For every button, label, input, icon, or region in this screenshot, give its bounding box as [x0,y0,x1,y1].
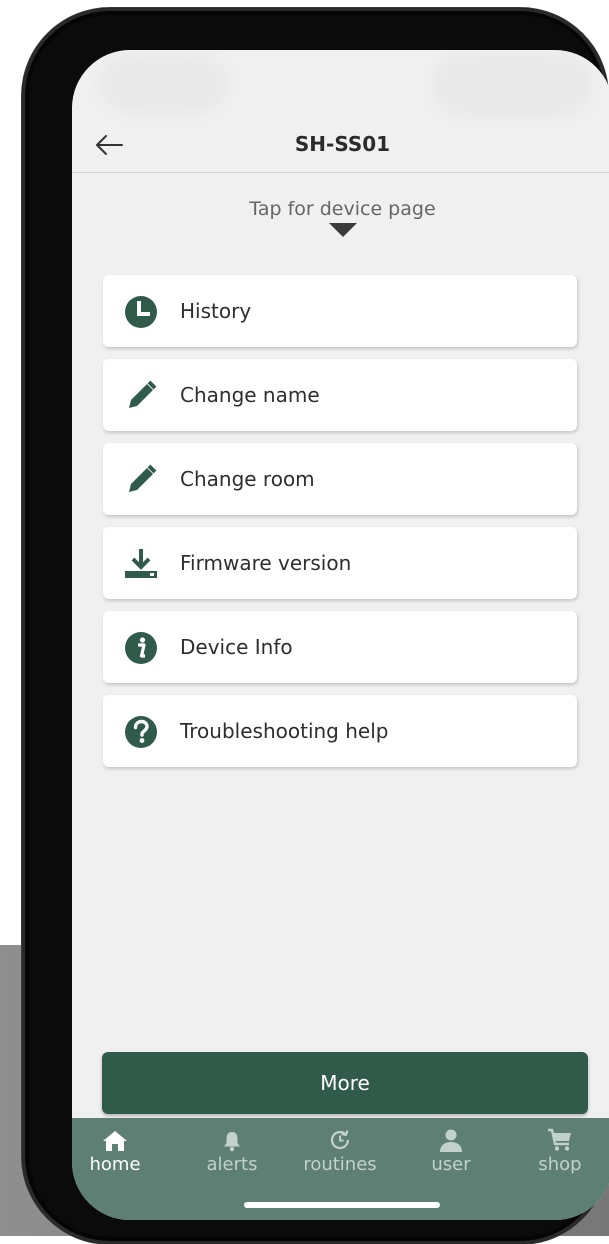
tab-shop[interactable]: shop [510,1126,609,1176]
device-menu: History Change name Change room Firmware… [103,275,577,779]
tab-label: alerts [206,1154,258,1175]
menu-item-label: History [180,299,252,323]
status-bar-left-blurred [100,54,228,114]
menu-item-history[interactable]: History [103,275,577,347]
menu-item-change-room[interactable]: Change room [103,443,577,515]
tab-label: routines [303,1154,377,1175]
menu-item-label: Firmware version [180,551,352,575]
menu-item-label: Troubleshooting help [180,719,389,743]
phone-frame: SH-SS01 Tap for device page History Chan… [22,8,609,1244]
question-icon [123,714,159,750]
pencil-icon [123,378,159,414]
menu-item-device-info[interactable]: Device Info [103,611,577,683]
status-bar-right-blurred [432,52,592,118]
tab-label: home [89,1154,141,1175]
app-screen: SH-SS01 Tap for device page History Chan… [72,50,609,1220]
top-app-bar: SH-SS01 [72,118,609,173]
info-icon [123,630,159,666]
tab-home[interactable]: home [72,1126,165,1176]
device-page-link[interactable]: Tap for device page [72,198,609,237]
download-icon [123,546,159,582]
tab-user[interactable]: user [401,1126,501,1176]
user-icon [401,1126,501,1152]
clock-icon [123,294,159,330]
menu-item-label: Change room [180,467,315,491]
menu-item-change-name[interactable]: Change name [103,359,577,431]
more-button[interactable]: More [102,1052,588,1114]
menu-item-label: Change name [180,383,320,407]
cart-icon [510,1126,609,1152]
tab-label: shop [538,1154,582,1175]
menu-item-firmware-version[interactable]: Firmware version [103,527,577,599]
history-clock-icon [290,1126,390,1152]
home-indicator [244,1202,440,1208]
home-icon [72,1126,165,1152]
tab-routines[interactable]: routines [290,1126,390,1176]
device-page-link-label: Tap for device page [249,198,436,220]
caret-down-icon [328,223,357,237]
bell-icon [182,1126,282,1152]
pencil-icon [123,462,159,498]
menu-item-label: Device Info [180,635,293,659]
tab-label: user [431,1154,471,1175]
menu-item-troubleshooting-help[interactable]: Troubleshooting help [103,695,577,767]
tab-alerts[interactable]: alerts [182,1126,282,1176]
page-title: SH-SS01 [294,132,391,156]
